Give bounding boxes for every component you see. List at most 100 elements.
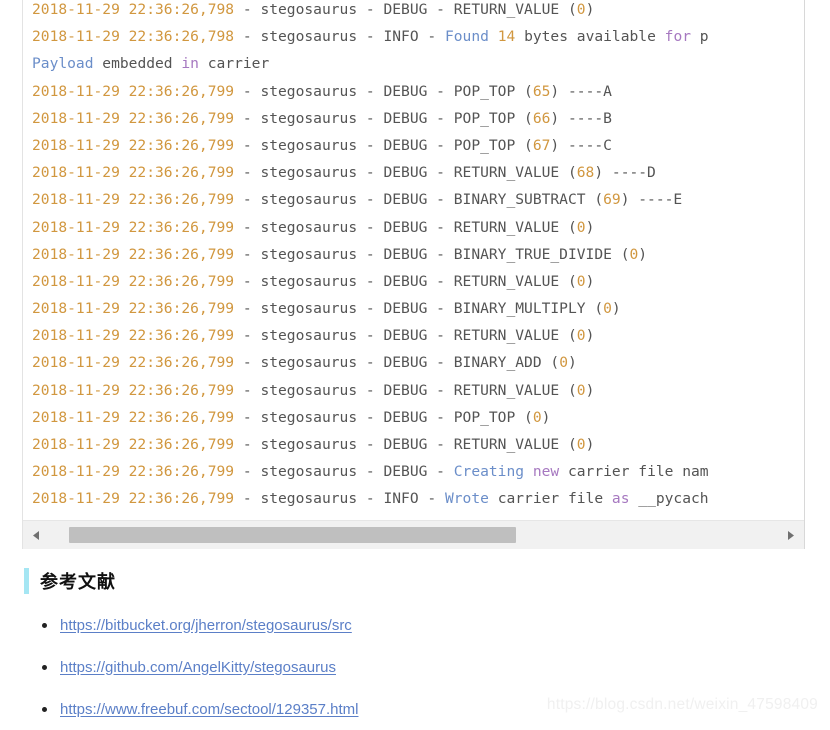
code-token: 0 (576, 436, 586, 453)
code-token: - stegosaurus - DEBUG - RETURN_VALUE (234, 327, 568, 345)
code-token: 2018-11-29 22:36:26,799 (32, 300, 235, 318)
code-line: 2018-11-29 22:36:26,798 - stegosaurus - … (32, 0, 709, 23)
code-token: 2018-11-29 22:36:26,799 (32, 218, 235, 236)
code-token: Payload (32, 55, 94, 73)
code-block[interactable]: 2018-11-29 22:36:26,798 - stegosaurus - … (22, 0, 805, 549)
code-token: carrier file (488, 490, 612, 508)
code-line: 2018-11-29 22:36:26,799 - stegosaurus - … (32, 485, 709, 512)
code-line: 2018-11-29 22:36:26,799 - stegosaurus - … (32, 78, 709, 105)
code-token: as (611, 490, 630, 508)
code-token: 2018-11-29 22:36:26,799 (32, 191, 235, 209)
csdn-watermark: https://blog.csdn.net/weixin_47598409 (546, 696, 818, 713)
code-line: 2018-11-29 22:36:26,799 - stegosaurus - … (32, 431, 709, 458)
code-token: 2018-11-29 22:36:26,799 (32, 463, 235, 481)
triangle-left-icon[interactable] (25, 521, 47, 549)
code-token: 2018-11-29 22:36:26,798 (32, 28, 235, 46)
code-line: 2018-11-29 22:36:26,799 - stegosaurus - … (32, 404, 709, 431)
code-token: Wrote (444, 490, 489, 508)
code-token: ( (524, 109, 533, 127)
triangle-right-icon[interactable] (780, 521, 802, 549)
references-heading: 参考文献 (24, 566, 116, 596)
code-token: 2018-11-29 22:36:26,799 (32, 164, 235, 182)
code-token: 0 (576, 1, 586, 18)
code-token: - stegosaurus - DEBUG - BINARY_SUBTRACT (234, 191, 595, 209)
code-token: 67 (532, 136, 551, 154)
reference-link-1[interactable]: https://bitbucket.org/jherron/stegosauru… (60, 617, 352, 634)
code-token: 2018-11-29 22:36:26,799 (32, 327, 235, 345)
code-token: for (664, 28, 692, 46)
code-token: 0 (532, 408, 542, 426)
code-token: 0 (576, 381, 586, 399)
code-token: new (532, 463, 560, 481)
code-line: 2018-11-29 22:36:26,799 - stegosaurus - … (32, 295, 709, 322)
code-token: 2018-11-29 22:36:26,799 (32, 490, 235, 508)
code-token: ( (594, 300, 604, 318)
code-token: 2018-11-29 22:36:26,799 (32, 245, 235, 263)
code-token: 0 (576, 327, 586, 345)
code-token: 2018-11-29 22:36:26,799 (32, 436, 235, 453)
code-token: __pycach (629, 490, 709, 508)
code-token: 68 (576, 164, 595, 182)
code-token: ) (585, 1, 595, 18)
code-token: - stegosaurus - DEBUG - RETURN_VALUE (234, 218, 568, 236)
code-token: 2018-11-29 22:36:26,799 (32, 136, 235, 154)
code-token: 0 (576, 218, 586, 236)
code-token: ( (550, 354, 560, 372)
code-token: ) (568, 354, 577, 372)
code-token: 2018-11-29 22:36:26,799 (32, 354, 235, 372)
code-token: 0 (603, 300, 612, 318)
code-token: in (181, 55, 199, 73)
code-token: ) (585, 436, 595, 453)
code-token: carrier file nam (559, 463, 709, 481)
code-token: ( (524, 82, 533, 100)
code-token: 2018-11-29 22:36:26,799 (32, 109, 235, 127)
code-token: bytes available (515, 28, 665, 46)
code-token: ( (524, 408, 533, 426)
code-token: ) (585, 218, 595, 236)
code-token: 2018-11-29 22:36:26,799 (32, 381, 235, 399)
code-token: ) (541, 408, 551, 426)
code-token: - stegosaurus - DEBUG - BINARY_MULTIPLY (234, 300, 595, 318)
bullet-icon (42, 623, 47, 628)
code-token: ( (567, 1, 577, 18)
code-token: ) ----D (594, 164, 656, 182)
code-line: 2018-11-29 22:36:26,799 - stegosaurus - … (32, 458, 709, 485)
code-token: carrier (198, 55, 270, 73)
list-item: https://github.com/AngelKitty/stegosauru… (24, 646, 784, 688)
code-token: ( (567, 436, 577, 453)
code-token: - stegosaurus - DEBUG - BINARY_TRUE_DIVI… (234, 245, 621, 263)
reference-link-2[interactable]: https://github.com/AngelKitty/stegosauru… (60, 659, 336, 676)
code-token: ) (585, 381, 595, 399)
code-token: 69 (603, 191, 621, 209)
code-token: ( (524, 136, 533, 154)
code-token: ) ----B (550, 109, 612, 127)
code-token: - stegosaurus - DEBUG - POP_TOP (234, 136, 525, 154)
code-scroll-viewport[interactable]: 2018-11-29 22:36:26,798 - stegosaurus - … (23, 0, 804, 520)
page-title: 参考文献 (40, 572, 116, 593)
code-token: 14 (497, 28, 516, 46)
code-token: ) (638, 245, 648, 263)
code-token: ( (567, 381, 577, 399)
code-token: 65 (532, 82, 551, 100)
code-token: - stegosaurus - DEBUG - POP_TOP (234, 408, 525, 426)
code-token: - stegosaurus - INFO - (234, 490, 445, 508)
horizontal-scrollbar[interactable] (23, 520, 804, 549)
code-line: 2018-11-29 22:36:26,799 - stegosaurus - … (32, 159, 709, 186)
code-token: - stegosaurus - DEBUG - RETURN_VALUE (234, 1, 568, 18)
code-token: - stegosaurus - DEBUG - RETURN_VALUE (234, 272, 568, 290)
code-line: 2018-11-29 22:36:26,799 - stegosaurus - … (32, 268, 709, 295)
code-line: 2018-11-29 22:36:26,799 - stegosaurus - … (32, 377, 709, 404)
code-token: Found (444, 28, 489, 46)
code-token: ) ----E (620, 191, 683, 209)
horizontal-scrollbar-thumb[interactable] (68, 527, 517, 543)
code-token: ) (585, 272, 595, 290)
heading-accent-bar (24, 568, 29, 594)
code-log-lines: 2018-11-29 22:36:26,798 - stegosaurus - … (23, 0, 709, 513)
code-token: 2018-11-29 22:36:26,798 (32, 1, 235, 18)
code-line: 2018-11-29 22:36:26,799 - stegosaurus - … (32, 241, 709, 268)
code-token: ) ----A (550, 82, 612, 100)
reference-link-3[interactable]: https://www.freebuf.com/sectool/129357.h… (60, 701, 358, 718)
code-token: ) ----C (550, 136, 612, 154)
code-token: - stegosaurus - DEBUG - (234, 463, 454, 481)
